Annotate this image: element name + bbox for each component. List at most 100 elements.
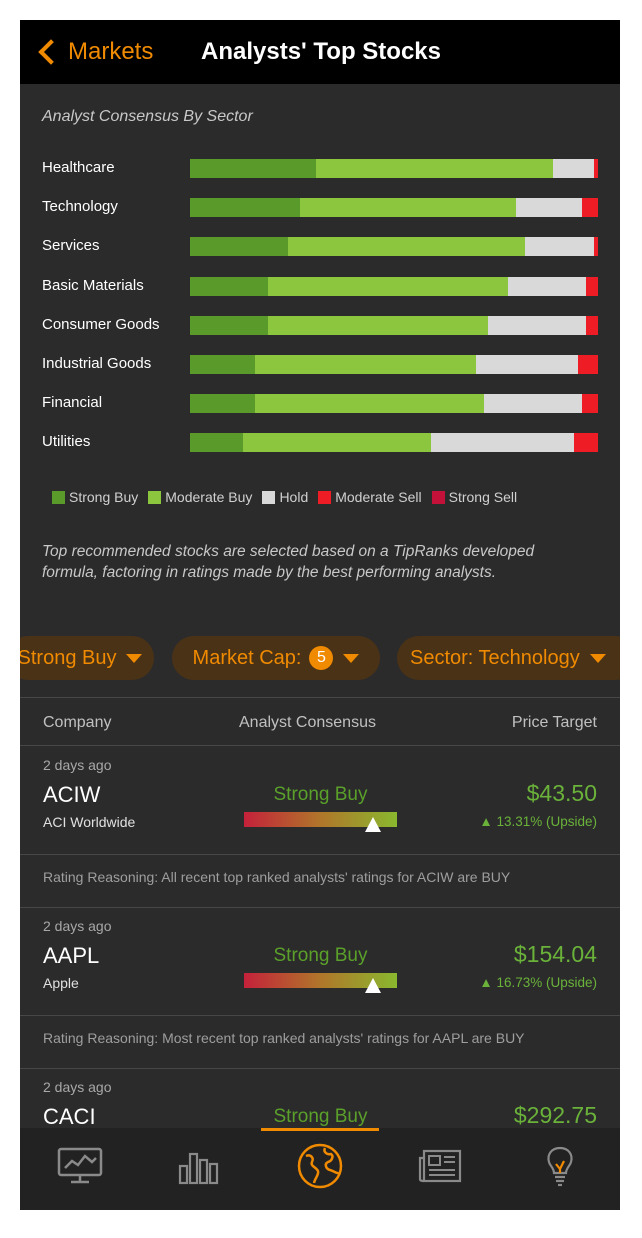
- bar-segment-strong-buy: [190, 394, 256, 414]
- stock-time-ago: 2 days ago: [43, 918, 112, 934]
- bar-segment-moderate-buy: [300, 198, 517, 218]
- sector-consensus-bar: [190, 315, 598, 335]
- bar-segment-moderate-sell: [581, 198, 598, 218]
- bar-segment-strong-buy: [190, 355, 256, 374]
- column-header-consensus[interactable]: Analyst Consensus: [239, 714, 376, 732]
- market-cap-count-badge: 5: [309, 646, 334, 670]
- page-title: Analysts' Top Stocks: [201, 38, 441, 65]
- sector-label: Industrial Goods: [42, 355, 152, 372]
- divider: [20, 697, 620, 698]
- tab-global-markets[interactable]: [290, 1140, 350, 1192]
- sector-row: Industrial Goods: [20, 353, 620, 377]
- bar-segment-moderate-buy: [287, 237, 525, 257]
- gauge-marker: [364, 978, 381, 993]
- bar-segment-moderate-buy: [267, 276, 509, 296]
- bar-segment-moderate-sell: [585, 276, 598, 296]
- bar-segment-strong-buy: [190, 198, 301, 218]
- bar-segment-moderate-sell: [593, 237, 598, 257]
- sector-row: Services: [20, 235, 620, 259]
- chevron-left-icon: [38, 39, 64, 65]
- sector-consensus-bar: [190, 433, 598, 453]
- stock-consensus-label: Strong Buy: [273, 784, 368, 805]
- bar-segment-hold: [430, 433, 574, 453]
- bar-segment-hold: [475, 355, 578, 374]
- bar-segment-strong-buy: [190, 159, 317, 178]
- sector-consensus-bar: [190, 198, 598, 218]
- sector-consensus-bar: [190, 394, 598, 414]
- rating-reasoning: Rating Reasoning: Most recent top ranked…: [43, 1030, 525, 1046]
- back-label: Markets: [68, 38, 154, 65]
- bar-segment-moderate-sell: [573, 433, 598, 453]
- stock-upside: ▲ 13.31% (Upside): [479, 814, 597, 829]
- sector-row: Utilities: [20, 431, 620, 455]
- bar-segment-moderate-sell: [577, 355, 598, 374]
- tab-charts[interactable]: [170, 1140, 230, 1192]
- rating-filter-label: Strong Buy: [20, 646, 117, 669]
- rating-reasoning: Rating Reasoning: All recent top ranked …: [43, 869, 511, 885]
- stock-company-name: ACI Worldwide: [43, 814, 136, 830]
- sector-label: Basic Materials: [42, 276, 144, 294]
- divider: [20, 1015, 620, 1016]
- stock-company-name: Apple: [43, 975, 79, 991]
- tab-market-overview[interactable]: [50, 1140, 110, 1192]
- legend-label: Moderate Sell: [335, 489, 422, 505]
- sector-row: Technology: [20, 196, 620, 220]
- sector-label: Healthcare: [42, 159, 115, 176]
- sector-label: Technology: [42, 198, 118, 216]
- column-header-price-target[interactable]: Price Target: [512, 714, 597, 732]
- consensus-legend: Strong Buy Moderate Buy Hold Moderate Sell S…: [52, 489, 517, 505]
- news-icon: [418, 1149, 462, 1183]
- bar-segment-hold: [483, 394, 582, 414]
- stock-row[interactable]: 2 days ago AAPL Apple Strong Buy $154.04…: [20, 907, 620, 1067]
- navigation-bar: Markets Analysts' Top Stocks: [20, 20, 620, 84]
- bar-segment-hold: [516, 198, 582, 218]
- globe-icon: [297, 1143, 343, 1189]
- stock-price-target: $154.04: [513, 941, 597, 967]
- bar-segment-strong-buy: [190, 433, 244, 453]
- bar-segment-hold: [487, 315, 586, 335]
- bar-segment-moderate-sell: [585, 315, 598, 335]
- chart-monitor-icon: [57, 1147, 103, 1184]
- legend-label: Moderate Buy: [165, 489, 253, 505]
- sector-label: Consumer Goods: [42, 315, 160, 333]
- sector-label: Utilities: [42, 433, 91, 451]
- bar-chart-icon: [178, 1152, 219, 1185]
- sector-consensus-bar: [190, 237, 598, 257]
- stock-upside: ▲ 16.73% (Upside): [479, 975, 597, 990]
- sector-row: Financial: [20, 392, 620, 416]
- bar-segment-hold: [508, 276, 586, 296]
- stock-consensus-label: Strong Buy: [273, 945, 368, 966]
- legend-swatch: [148, 490, 162, 504]
- bar-segment-strong-buy: [190, 237, 288, 257]
- market-cap-filter-button[interactable]: Market Cap: 5: [172, 636, 380, 680]
- bar-segment-moderate-buy: [243, 433, 431, 453]
- legend-swatch: [431, 490, 445, 504]
- app-screen: Markets Analysts' Top Stocks Analyst Con…: [20, 20, 620, 1210]
- sector-row: Basic Materials: [20, 275, 620, 299]
- legend-item: Strong Buy: [52, 489, 138, 505]
- column-header-company[interactable]: Company: [43, 714, 111, 732]
- back-button[interactable]: Markets: [36, 34, 153, 70]
- stock-ticker: ACIW: [43, 782, 101, 807]
- market-cap-filter-label: Market Cap:: [192, 646, 302, 669]
- caret-down-icon: [126, 653, 143, 663]
- sector-section-title: Analyst Consensus By Sector: [42, 108, 253, 125]
- tab-insights[interactable]: [530, 1140, 590, 1192]
- legend-swatch: [52, 490, 65, 504]
- rating-filter-button[interactable]: Strong Buy: [20, 636, 154, 680]
- stock-row[interactable]: 2 days ago ACIW ACI Worldwide Strong Buy…: [20, 746, 620, 906]
- caret-down-icon: [589, 653, 606, 663]
- stock-consensus-label: Strong Buy: [273, 1106, 368, 1127]
- sector-filter-button[interactable]: Sector: Technology: [397, 636, 620, 680]
- bar-segment-moderate-sell: [581, 394, 598, 414]
- sector-label: Services: [42, 237, 100, 255]
- legend-item: Strong Sell: [431, 489, 518, 505]
- legend-label: Strong Sell: [448, 489, 518, 505]
- stock-price-target: $43.50: [526, 780, 597, 806]
- stock-price-target: $292.75: [513, 1102, 597, 1128]
- bar-segment-moderate-buy: [316, 159, 554, 178]
- gauge-marker: [364, 817, 381, 832]
- bar-segment-strong-buy: [190, 276, 268, 296]
- tab-news[interactable]: [410, 1140, 470, 1192]
- bar-segment-hold: [524, 237, 594, 257]
